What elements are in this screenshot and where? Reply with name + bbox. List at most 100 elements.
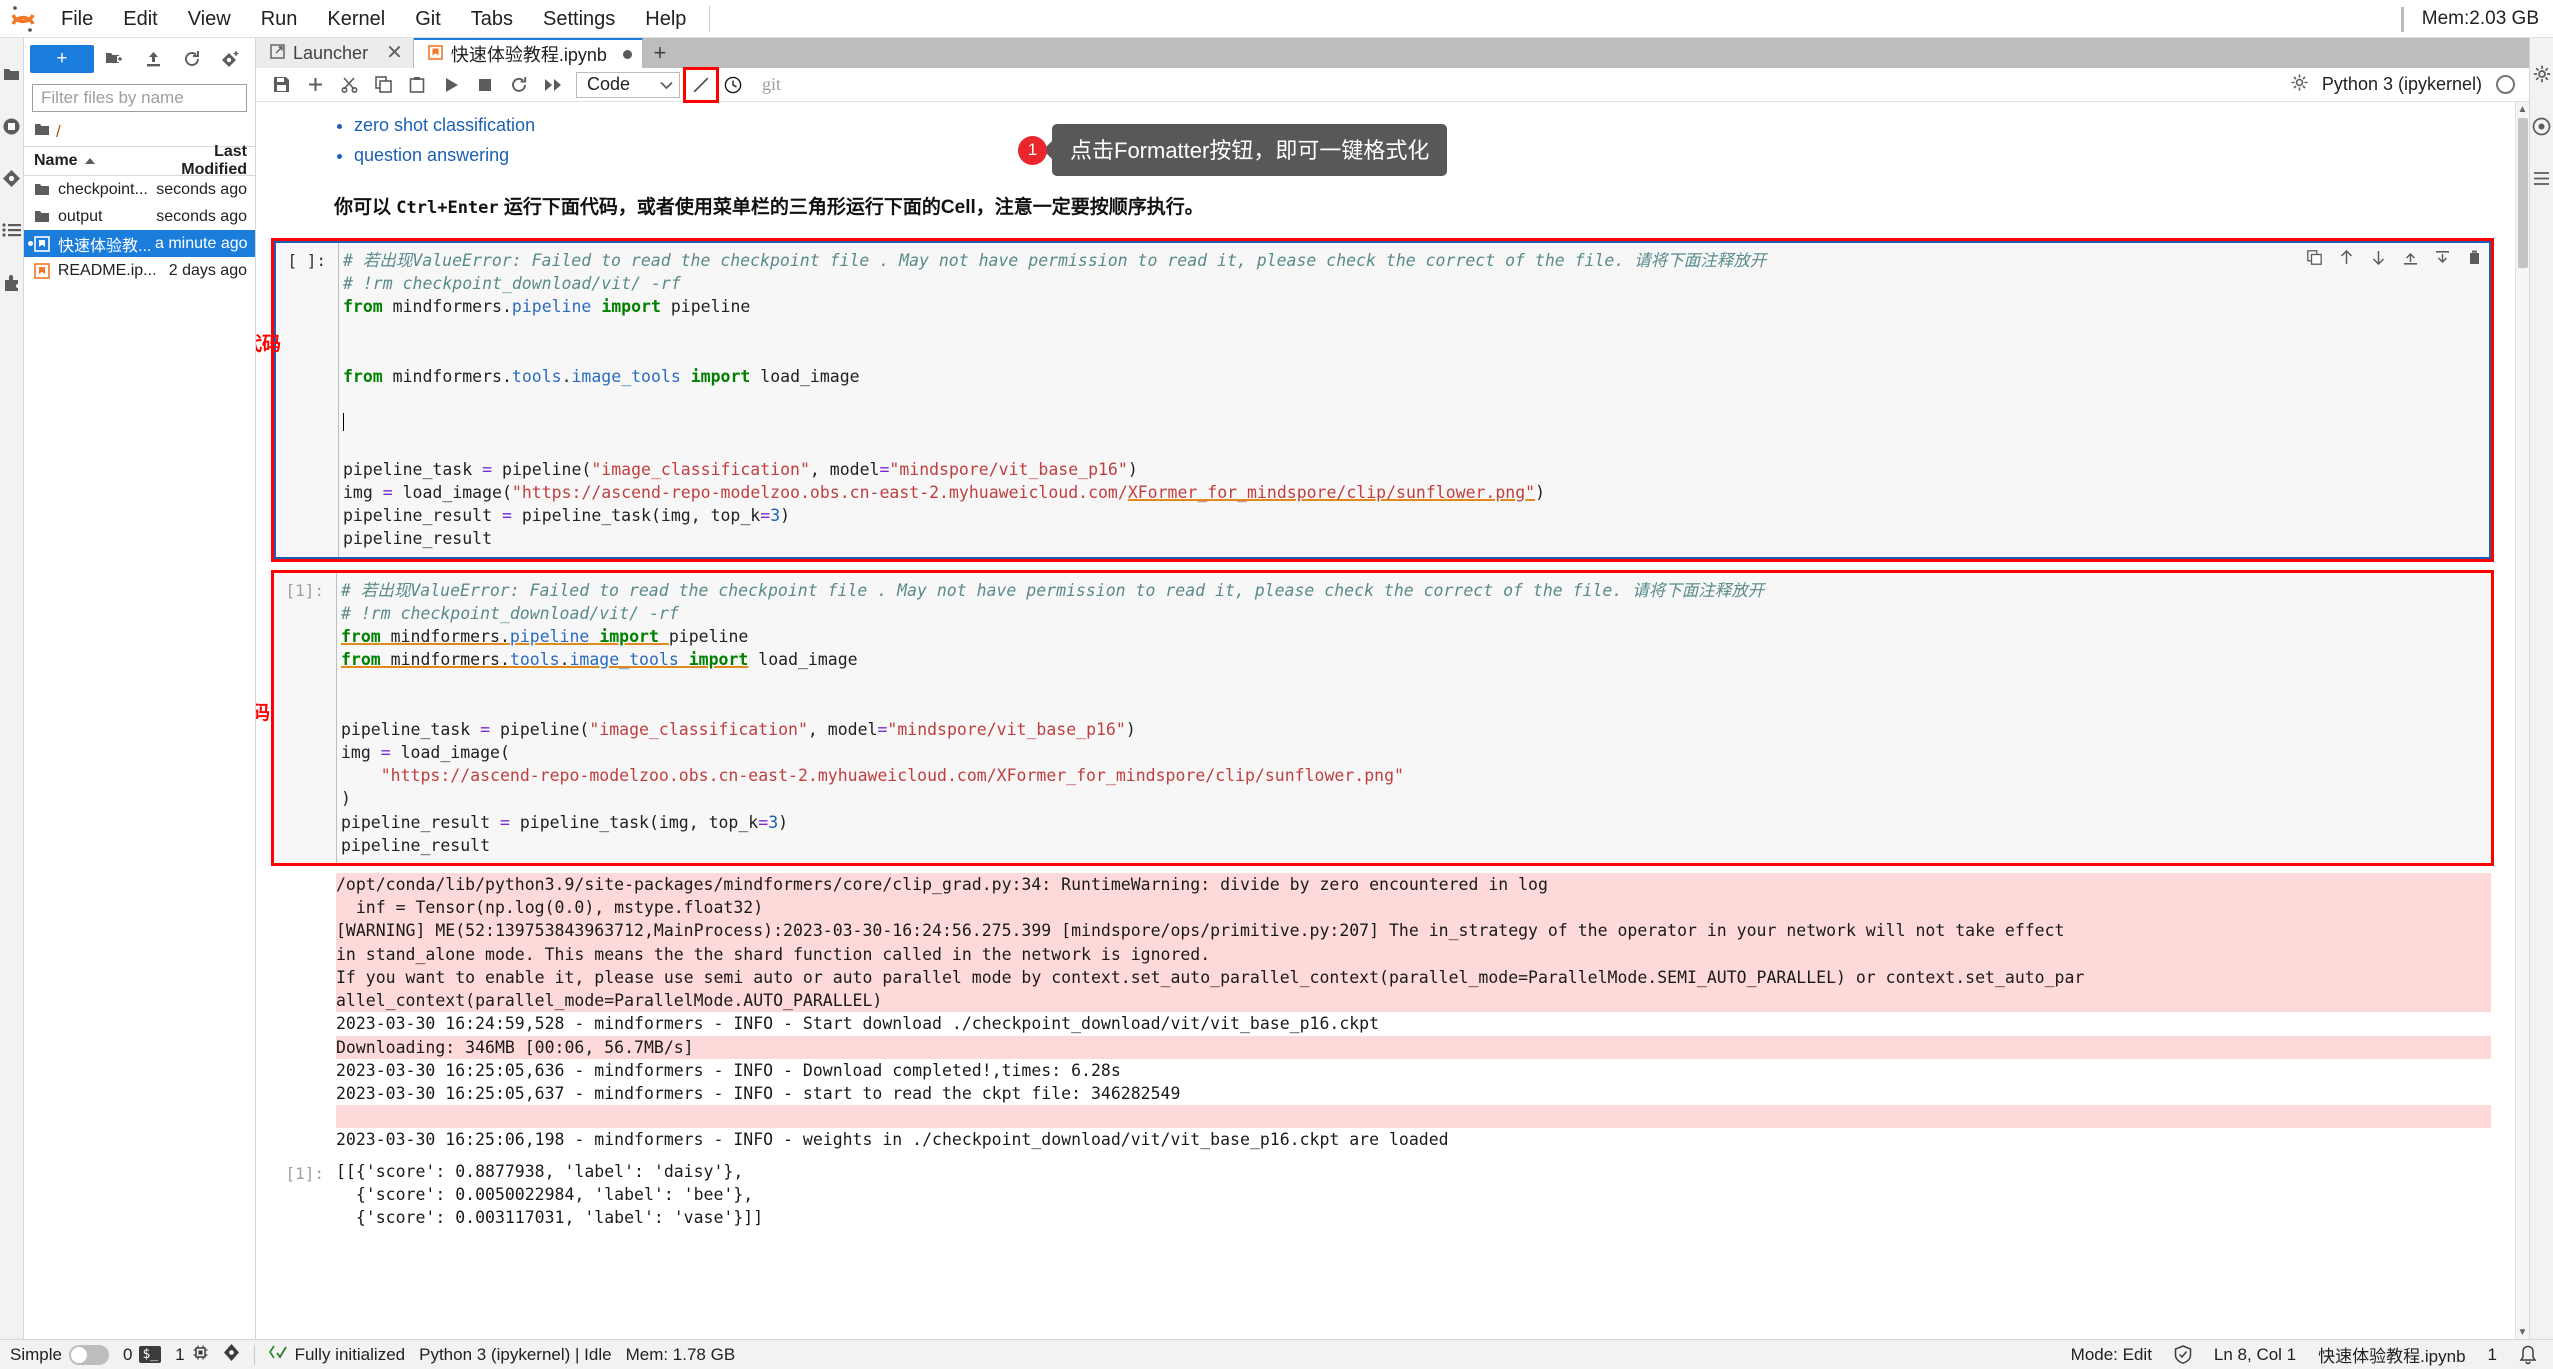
code-line	[341, 695, 2491, 718]
play-icon[interactable]	[434, 70, 468, 100]
jupyterlab-app: File Edit View Run Kernel Git Tabs Setti…	[0, 0, 2553, 1369]
execute-result-area: [1]: [[{'score': 0.8877938, 'label': 'da…	[274, 1160, 2491, 1230]
text-cursor	[343, 413, 344, 431]
notebook-icon	[34, 236, 56, 252]
column-header-name[interactable]: Name	[24, 152, 159, 170]
close-icon[interactable]: ✕	[386, 43, 403, 63]
save-icon[interactable]	[264, 70, 298, 100]
link-zero-shot-classification[interactable]: zero shot classification	[354, 115, 535, 135]
output-line: inf = Tensor(np.log(0.0), mstype.float32…	[336, 896, 2491, 919]
tab-launcher[interactable]: Launcher ✕	[256, 38, 414, 68]
move-cell-down-icon[interactable]	[2369, 248, 2387, 266]
toc-icon[interactable]	[0, 204, 24, 256]
search-input[interactable]	[41, 88, 262, 108]
menu-run[interactable]: Run	[246, 0, 313, 38]
scroll-down-arrow-icon[interactable]: ▼	[2516, 1325, 2529, 1339]
git-initialized-status[interactable]: Fully initialized	[269, 1344, 406, 1366]
list-item-name: README.ip...	[56, 262, 156, 280]
copy-icon[interactable]	[366, 70, 400, 100]
duplicate-cell-icon[interactable]	[2305, 248, 2323, 266]
insert-cell-below-icon[interactable]	[2433, 248, 2451, 266]
kernel-info-status[interactable]: Python 3 (ipykernel) | Idle	[419, 1345, 611, 1365]
code-line: img = load_image("https://ascend-repo-mo…	[343, 481, 2489, 504]
column-header-last-modified[interactable]: Last Modified	[159, 143, 255, 179]
cell-editor[interactable]: # 若出现ValueError: Failed to read the chec…	[336, 573, 2491, 863]
new-git-repo-icon[interactable]	[212, 44, 249, 74]
running-terminals-icon[interactable]	[0, 100, 24, 152]
menu-edit[interactable]: Edit	[108, 0, 172, 38]
menu-settings[interactable]: Settings	[528, 0, 630, 38]
file-filter[interactable]	[32, 84, 247, 112]
insert-cell-above-icon[interactable]	[2401, 248, 2419, 266]
output-stderr-blank	[336, 1105, 2491, 1128]
git-icon[interactable]	[0, 152, 24, 204]
code-cell-unformatted[interactable]: [ ]: # 若出现ValueError: Failed to read the…	[274, 241, 2491, 559]
new-launcher-button[interactable]: +	[30, 45, 94, 73]
column-header-name-label: Name	[34, 152, 78, 170]
paste-icon[interactable]	[400, 70, 434, 100]
new-folder-icon[interactable]	[96, 44, 133, 74]
code-cell-formatted[interactable]: [1]: # 若出现ValueError: Failed to read the…	[274, 573, 2491, 863]
formatter-tooltip-callout: 1 点击Formatter按钮，即可一键格式化	[1018, 124, 1447, 176]
code-line	[343, 411, 2489, 434]
right-activity-bar	[2529, 38, 2553, 1339]
terminals-status[interactable]: 0 $_	[123, 1345, 161, 1365]
list-item[interactable]: checkpoint... seconds ago	[24, 176, 255, 203]
fast-forward-icon[interactable]	[536, 70, 570, 100]
history-icon[interactable]	[716, 70, 750, 100]
callout-text: 点击Formatter按钮，即可一键格式化	[1052, 124, 1447, 176]
code-line: from mindformers.tools.image_tools impor…	[343, 365, 2489, 388]
list-item[interactable]: README.ip... 2 days ago	[24, 257, 255, 284]
list-item-selected[interactable]: 快速体验教... a minute ago	[24, 230, 255, 257]
menu-help[interactable]: Help	[630, 0, 701, 38]
toggle-switch[interactable]	[69, 1345, 109, 1365]
notebook-scrollbar[interactable]: ▲ ▼	[2515, 102, 2529, 1339]
cell-type-select[interactable]: Code	[576, 72, 680, 98]
list-item[interactable]: output seconds ago	[24, 203, 255, 230]
git-status-icon-item[interactable]	[223, 1343, 240, 1367]
unsaved-dot[interactable]	[623, 50, 632, 59]
tab-label: Launcher	[293, 43, 368, 64]
link-question-answering[interactable]: question answering	[354, 145, 509, 165]
menu-tabs[interactable]: Tabs	[456, 0, 528, 38]
simple-mode-toggle[interactable]: Simple	[10, 1345, 109, 1365]
extensions-icon[interactable]	[0, 256, 24, 308]
move-cell-up-icon[interactable]	[2337, 248, 2355, 266]
breadcrumb-root[interactable]: /	[56, 122, 61, 142]
breadcrumb[interactable]: /	[24, 118, 255, 146]
scrollbar-thumb[interactable]	[2518, 118, 2528, 268]
restart-icon[interactable]	[502, 70, 536, 100]
edit-mode-status[interactable]: Mode: Edit	[2071, 1345, 2152, 1365]
tab-notebook[interactable]: 快速体验教程.ipynb	[414, 38, 643, 68]
menu-kernel[interactable]: Kernel	[312, 0, 400, 38]
upload-icon[interactable]	[135, 44, 172, 74]
kernel-name-label[interactable]: Python 3 (ipykernel)	[2322, 74, 2482, 95]
folder-icon[interactable]	[0, 48, 24, 100]
refresh-icon[interactable]	[173, 44, 210, 74]
scroll-up-arrow-icon[interactable]: ▲	[2516, 102, 2529, 116]
plus-icon[interactable]	[298, 70, 332, 100]
output-stdout-block-3: 2023-03-30 16:25:06,198 - mindformers - …	[336, 1128, 2491, 1151]
menu-file[interactable]: File	[46, 0, 108, 38]
scissors-icon[interactable]	[332, 70, 366, 100]
gear-icon[interactable]	[2291, 74, 2308, 96]
bell-icon[interactable]	[2519, 1345, 2537, 1365]
list-item-modified: a minute ago	[155, 235, 255, 253]
cell-editor[interactable]: # 若出现ValueError: Failed to read the chec…	[338, 243, 2489, 557]
delete-cell-icon[interactable]	[2465, 248, 2483, 266]
code-line: pipeline_task = pipeline("image_classifi…	[343, 458, 2489, 481]
formatter-button[interactable]	[686, 70, 716, 100]
cell-prompt: [1]:	[274, 573, 336, 863]
add-tab-button[interactable]: +	[643, 38, 677, 68]
property-inspector-icon[interactable]	[2530, 152, 2553, 204]
shield-icon[interactable]	[2174, 1345, 2192, 1364]
kernels-status[interactable]: 1	[175, 1344, 208, 1366]
debugger-icon[interactable]	[2530, 100, 2553, 152]
menu-view[interactable]: View	[173, 0, 246, 38]
settings-icon[interactable]	[2530, 48, 2553, 100]
stop-icon[interactable]	[468, 70, 502, 100]
cursor-position-status[interactable]: Ln 8, Col 1	[2214, 1345, 2296, 1365]
terminals-count: 0	[123, 1345, 132, 1365]
menu-git[interactable]: Git	[400, 0, 456, 38]
status-bar: Simple 0 $_ 1	[0, 1339, 2553, 1369]
